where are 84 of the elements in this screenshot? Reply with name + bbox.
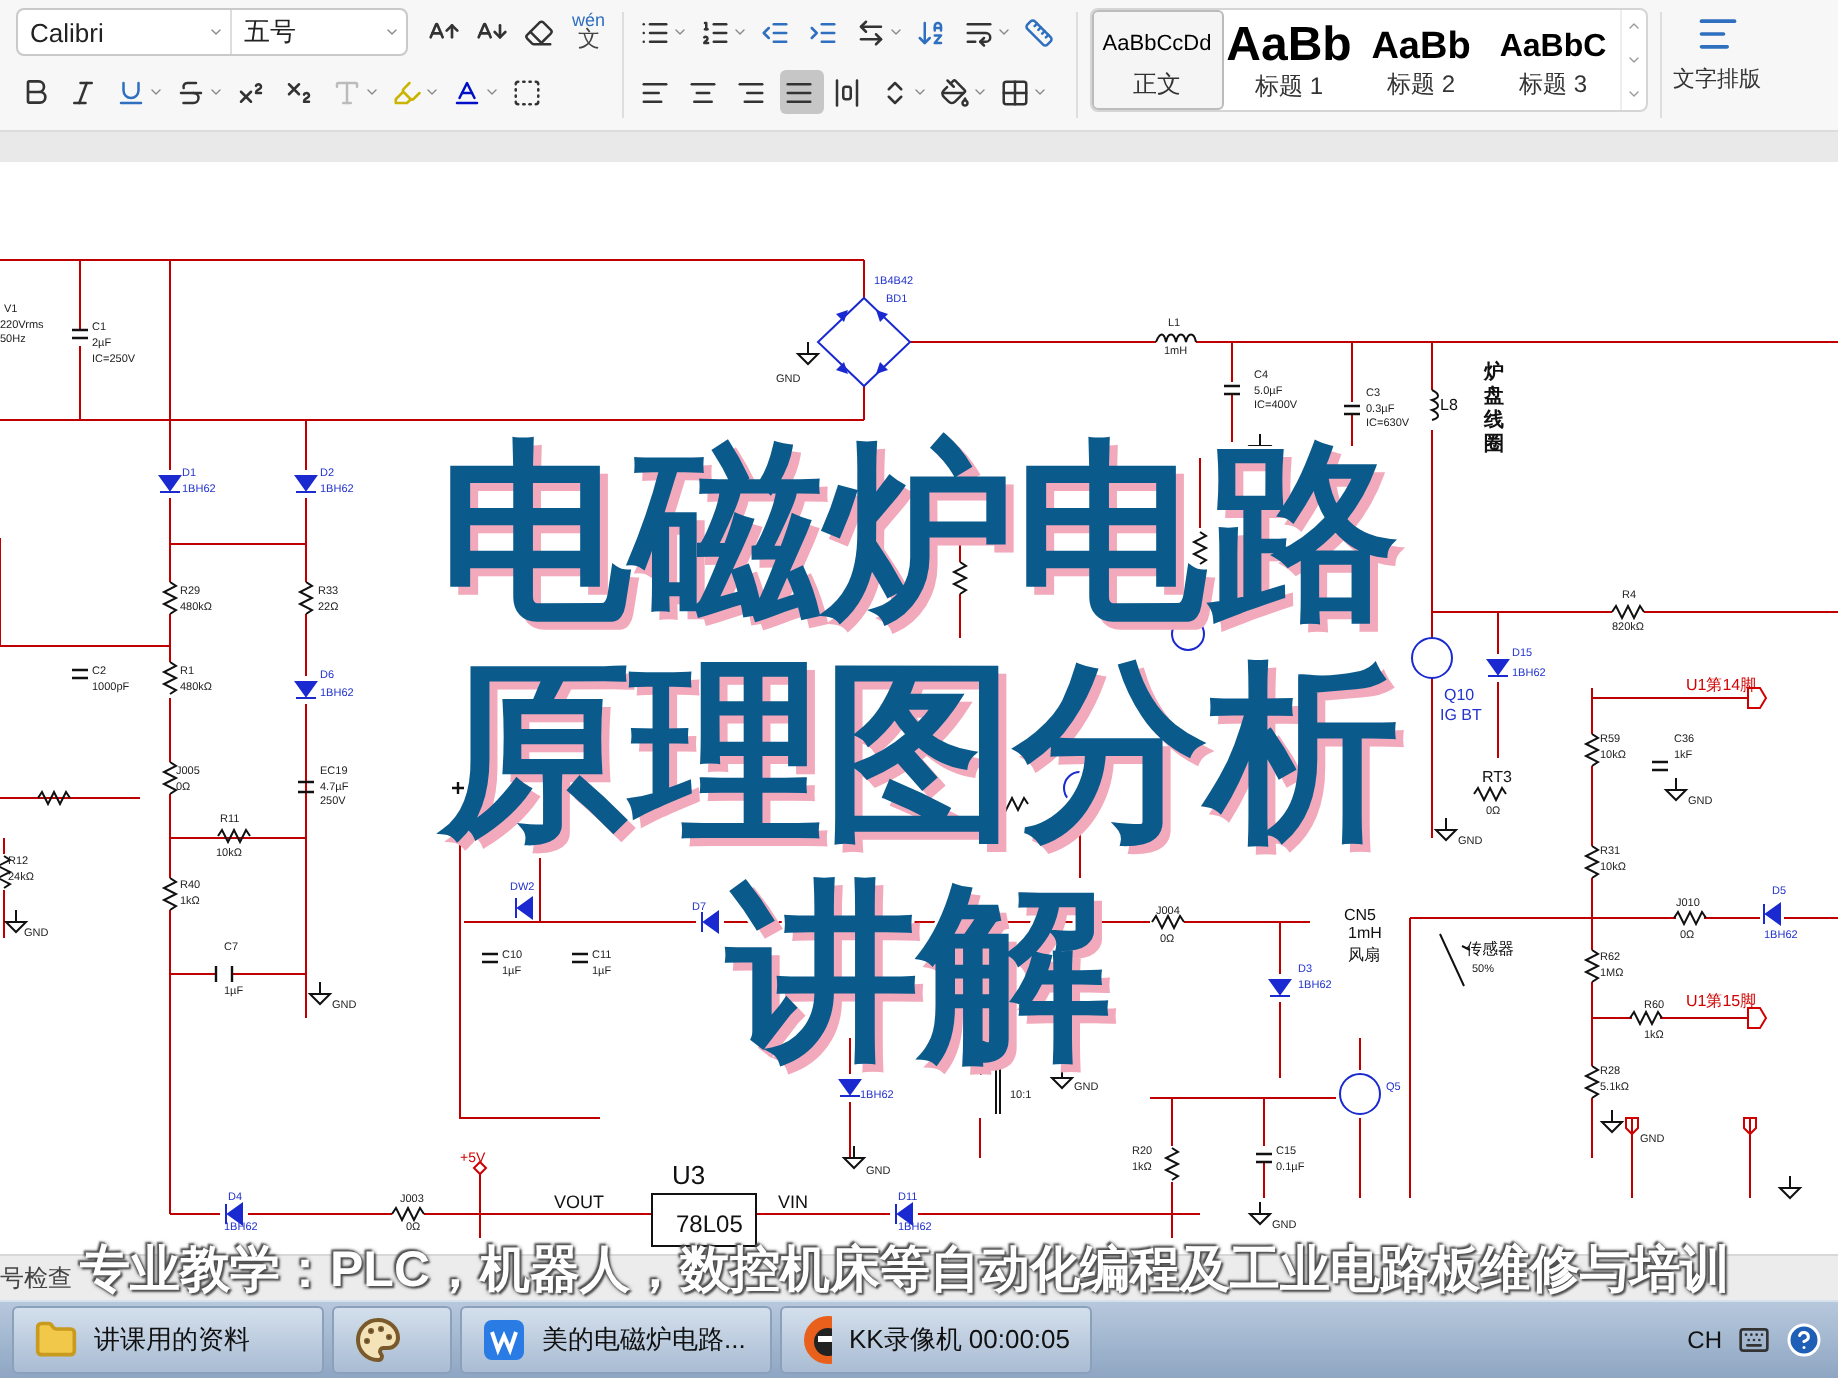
strikethrough-icon <box>176 77 206 107</box>
italic-icon <box>68 77 98 107</box>
caret-icon <box>911 84 928 100</box>
help-icon[interactable] <box>1786 1321 1822 1358</box>
style-preview: AaBb <box>1371 28 1471 66</box>
underline-icon <box>116 77 146 107</box>
subscript-icon <box>284 77 314 107</box>
text-effect-icon <box>332 77 362 107</box>
ruler-icon <box>1023 17 1054 47</box>
style-name: 正文 <box>1133 68 1182 102</box>
component-label: U1第15脚 <box>1686 992 1757 1011</box>
app-icon <box>482 1317 526 1362</box>
align-center-icon <box>687 77 718 107</box>
distribute-icon <box>831 77 862 107</box>
caret-icon <box>995 24 1012 40</box>
style-preview: AaBbCcDd <box>1102 34 1212 56</box>
keyboard-icon[interactable] <box>1738 1323 1770 1356</box>
caret-icon <box>424 84 440 100</box>
caret-icon <box>731 24 748 40</box>
palette-icon <box>354 1315 402 1364</box>
highlighter-icon <box>392 77 422 107</box>
title-line: 原理图分析 <box>439 654 1399 851</box>
title-line: 讲解 <box>727 874 1111 1071</box>
numbered-list-icon <box>699 17 730 47</box>
status-item: 号检查 <box>0 1261 72 1296</box>
caret-icon <box>208 24 224 40</box>
caret-icon <box>484 84 500 100</box>
component-label: L8 <box>1440 396 1458 415</box>
caret-icon <box>208 84 224 100</box>
taskbar-button[interactable] <box>332 1305 452 1374</box>
language-indicator[interactable]: CH <box>1687 1325 1722 1354</box>
phonetic-guide-button[interactable]: wén 文 <box>568 10 610 54</box>
arrows-icon <box>855 17 886 47</box>
style-option[interactable]: AaBb 标题 1 <box>1223 10 1356 110</box>
align-left-icon <box>639 77 670 107</box>
taskbar-button[interactable]: 讲课用的资料 <box>12 1305 324 1374</box>
folder-icon <box>34 1317 78 1362</box>
component-label: U3 <box>672 1160 706 1191</box>
caret-icon <box>1031 84 1048 100</box>
caret-icon <box>671 24 688 40</box>
component-label: 风扇 <box>1348 946 1380 965</box>
style-preview: AaBb <box>1226 22 1352 70</box>
component-label: VIN <box>778 1192 809 1213</box>
font-size: 五号 <box>244 14 296 50</box>
caret-icon <box>384 24 400 40</box>
align-button[interactable] <box>779 70 824 114</box>
paint-bucket-icon <box>939 77 970 107</box>
style-preview: AaBbC <box>1499 32 1607 64</box>
banner-text: 专业教学：PLC，机器人，数控机床等自动化编程及工业电路板维修与培训 <box>80 1244 1730 1296</box>
line-break-icon <box>963 17 994 47</box>
component-label: 传感器 <box>1466 940 1514 959</box>
indent-icon <box>807 17 838 47</box>
font-name: Calibri <box>30 17 104 47</box>
caret-icon <box>971 84 988 100</box>
caret-icon <box>148 84 164 100</box>
component-label: RT3 <box>1482 768 1512 787</box>
recorder-icon <box>802 1313 833 1366</box>
character-border-icon <box>512 77 542 107</box>
component-label: 1mH <box>1348 924 1382 943</box>
component-label: Q10 <box>1444 686 1475 705</box>
coil-label: 炉盘线圈 <box>1484 362 1504 457</box>
taskbar-button[interactable]: 美的电磁炉电路... <box>460 1305 772 1374</box>
justify-icon <box>783 77 814 107</box>
component-label: CN5 <box>1344 906 1377 925</box>
style-name: 标题 3 <box>1519 68 1588 102</box>
sort-icon <box>915 17 946 47</box>
text-layout-button[interactable]: 文字排版 <box>1673 0 1762 130</box>
component-label: 78L05 <box>676 1210 743 1239</box>
borders-icon <box>999 77 1030 107</box>
component-label: VOUT <box>554 1192 605 1213</box>
superscript-icon <box>236 77 266 107</box>
font-color-icon <box>452 77 482 107</box>
caret-icon <box>887 24 904 40</box>
caret-icon <box>364 84 380 100</box>
font-selector[interactable]: Calibri 五号 <box>16 8 408 56</box>
taskbar-button[interactable]: KK录像机 00:00:05 <box>780 1305 1092 1374</box>
outdent-icon <box>759 17 790 47</box>
bullet-list-icon <box>639 17 670 47</box>
align-right-icon <box>735 77 766 107</box>
style-name: 标题 2 <box>1387 68 1456 102</box>
component-label: IG BT <box>1440 706 1482 725</box>
style-option[interactable]: AaBbCcDd 正文 <box>1091 10 1224 110</box>
eraser-icon <box>524 17 554 47</box>
style-name: 标题 1 <box>1255 70 1324 104</box>
